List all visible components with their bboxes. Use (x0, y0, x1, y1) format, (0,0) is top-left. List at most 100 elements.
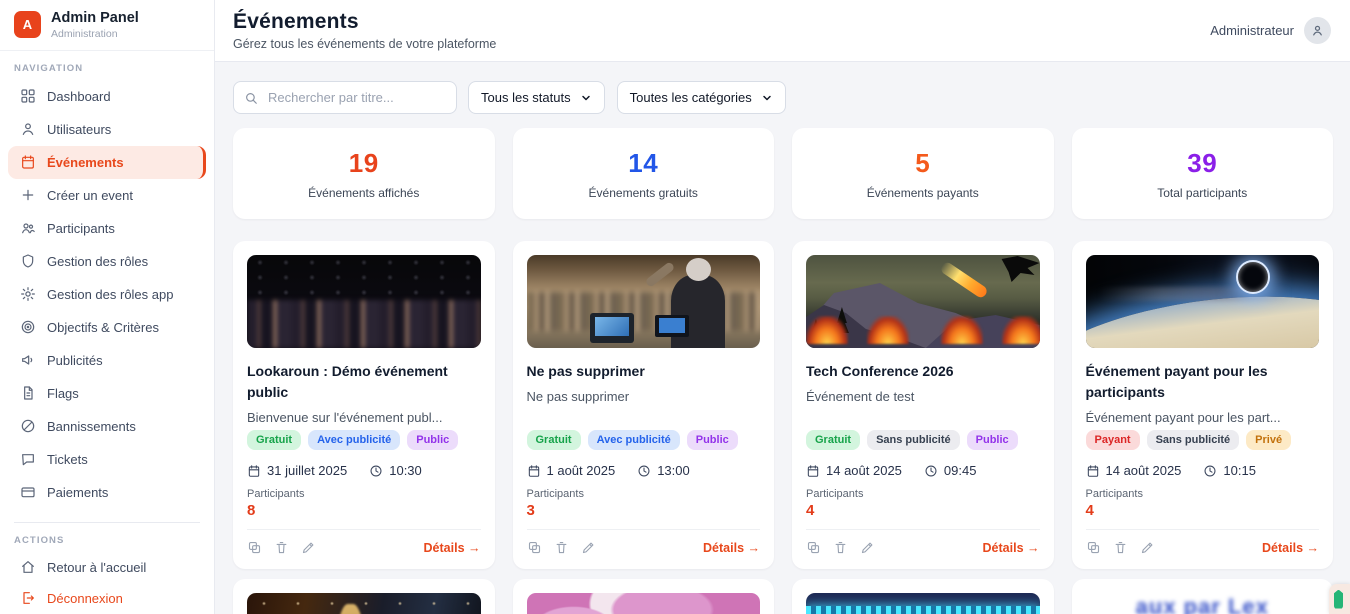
details-link[interactable]: Détails → (703, 541, 760, 555)
event-date: 1 août 2025 (527, 463, 616, 478)
gear-icon (20, 286, 36, 302)
event-date: 14 août 2025 (806, 463, 902, 478)
sidebar-item-bannissements[interactable]: Bannissements (8, 410, 206, 443)
event-card (233, 579, 495, 614)
delete-button[interactable] (274, 540, 289, 555)
badge-row: Gratuit Avec publicité Public (527, 430, 761, 450)
sidebar-item-label: Utilisateurs (47, 122, 111, 137)
sidebar-item-utilisateurs[interactable]: Utilisateurs (8, 113, 206, 146)
status-select[interactable]: Tous les statuts (468, 81, 605, 114)
copy-icon (527, 540, 542, 555)
copy-icon (1086, 540, 1101, 555)
sidebar-item-retour-accueil[interactable]: Retour à l'accueil (8, 552, 206, 583)
sidebar-item-flags[interactable]: Flags (8, 377, 206, 410)
event-date: 14 août 2025 (1086, 463, 1182, 478)
details-link[interactable]: Détails → (983, 541, 1040, 555)
sidebar-item-objectifs-criteres[interactable]: Objectifs & Critères (8, 311, 206, 344)
edit-button[interactable] (301, 540, 316, 555)
megaphone-icon (20, 352, 36, 368)
event-card: Tech Conference 2026 Événement de test G… (792, 241, 1054, 569)
edit-button[interactable] (581, 540, 596, 555)
event-description: Événement payant pour les part... (1086, 410, 1320, 425)
sidebar-item-gestion-des-roles-app[interactable]: Gestion des rôles app (8, 278, 206, 311)
sidebar-item-dashboard[interactable]: Dashboard (8, 80, 206, 113)
copy-button[interactable] (527, 540, 542, 555)
status-badge: Payant (1086, 430, 1140, 450)
participants-count: 3 (527, 502, 761, 519)
event-cards-row-partial: aux par Lex (233, 579, 1333, 614)
divider (247, 529, 481, 530)
event-card (513, 579, 775, 614)
status-select-value: Tous les statuts (481, 90, 571, 105)
avatar[interactable] (1304, 17, 1331, 44)
content-area: Tous les statuts Toutes les catégories 1… (215, 62, 1350, 614)
sidebar-item-publicites[interactable]: Publicités (8, 344, 206, 377)
sidebar-item-creer-un-event[interactable]: Créer un event (8, 179, 206, 212)
stat-label: Total participants (1157, 186, 1247, 200)
edit-button[interactable] (1140, 540, 1155, 555)
event-image-audience (247, 255, 481, 348)
sidebar-item-label: Déconnexion (47, 591, 123, 606)
delete-button[interactable] (554, 540, 569, 555)
ban-icon (20, 418, 36, 434)
search-box (233, 81, 457, 114)
sidebar-item-evenements[interactable]: Événements (8, 146, 206, 179)
stat-card-payants: 5 Événements payants (792, 128, 1054, 219)
plus-icon (20, 187, 36, 203)
badge-row: Gratuit Avec publicité Public (247, 430, 481, 450)
sidebar-item-participants[interactable]: Participants (8, 212, 206, 245)
target-icon (20, 319, 36, 335)
stats-row: 19 Événements affichés 14 Événements gra… (233, 128, 1333, 219)
sidebar-item-label: Participants (47, 221, 115, 236)
event-meta: 14 août 2025 09:45 (806, 463, 1040, 478)
event-description: Bienvenue sur l'événement publ... (247, 410, 481, 425)
home-icon (20, 559, 36, 575)
sidebar-item-label: Gestion des rôles app (47, 287, 173, 302)
event-time: 13:00 (637, 463, 690, 478)
sidebar-item-label: Créer un event (47, 188, 133, 203)
brand-logo: A (14, 11, 41, 38)
event-card: Événement payant pour les participants É… (1072, 241, 1334, 569)
stat-card-participants: 39 Total participants (1072, 128, 1334, 219)
delete-button[interactable] (833, 540, 848, 555)
copy-button[interactable] (806, 540, 821, 555)
logout-icon (20, 590, 36, 606)
status-badge: Sans publicité (867, 430, 960, 450)
participants-count: 4 (806, 502, 1040, 519)
event-card: Lookaroun : Démo événement public Bienve… (233, 241, 495, 569)
participants-label: Participants (1086, 488, 1320, 500)
participants-label: Participants (806, 488, 1040, 500)
event-title: Ne pas supprimer (527, 361, 761, 382)
status-badge: Sans publicité (1147, 430, 1240, 450)
copy-button[interactable] (247, 540, 262, 555)
event-title: Tech Conference 2026 (806, 361, 1040, 382)
pencil-icon (301, 540, 316, 555)
participants-count: 8 (247, 502, 481, 519)
event-image-dragon-fire (806, 255, 1040, 348)
shield-icon (20, 253, 36, 269)
sidebar-item-gestion-des-roles[interactable]: Gestion des rôles (8, 245, 206, 278)
details-link[interactable]: Détails → (1262, 541, 1319, 555)
search-input[interactable] (266, 89, 446, 106)
event-card (792, 579, 1054, 614)
delete-button[interactable] (1113, 540, 1128, 555)
chat-icon (20, 451, 36, 467)
event-card: Ne pas supprimer Ne pas supprimer Gratui… (513, 241, 775, 569)
sidebar-item-deconnexion[interactable]: Déconnexion (8, 583, 206, 614)
event-image-concert (247, 593, 481, 614)
details-link[interactable]: Détails → (424, 541, 481, 555)
status-badge: Privé (1246, 430, 1291, 450)
stat-value: 19 (349, 148, 379, 179)
event-image-speaker (527, 255, 761, 348)
sidebar-item-tickets[interactable]: Tickets (8, 443, 206, 476)
feedback-widget-button[interactable] (1329, 584, 1350, 614)
user-icon (1310, 23, 1325, 38)
card-footer: Détails → (247, 540, 481, 555)
banner-text: aux par Lex (1136, 594, 1269, 614)
sidebar-item-paiements[interactable]: Paiements (8, 476, 206, 509)
category-select[interactable]: Toutes les catégories (617, 81, 786, 114)
copy-button[interactable] (1086, 540, 1101, 555)
participants-label: Participants (247, 488, 481, 500)
sidebar-nav: Dashboard Utilisateurs Événements Créer … (0, 80, 214, 509)
edit-button[interactable] (860, 540, 875, 555)
